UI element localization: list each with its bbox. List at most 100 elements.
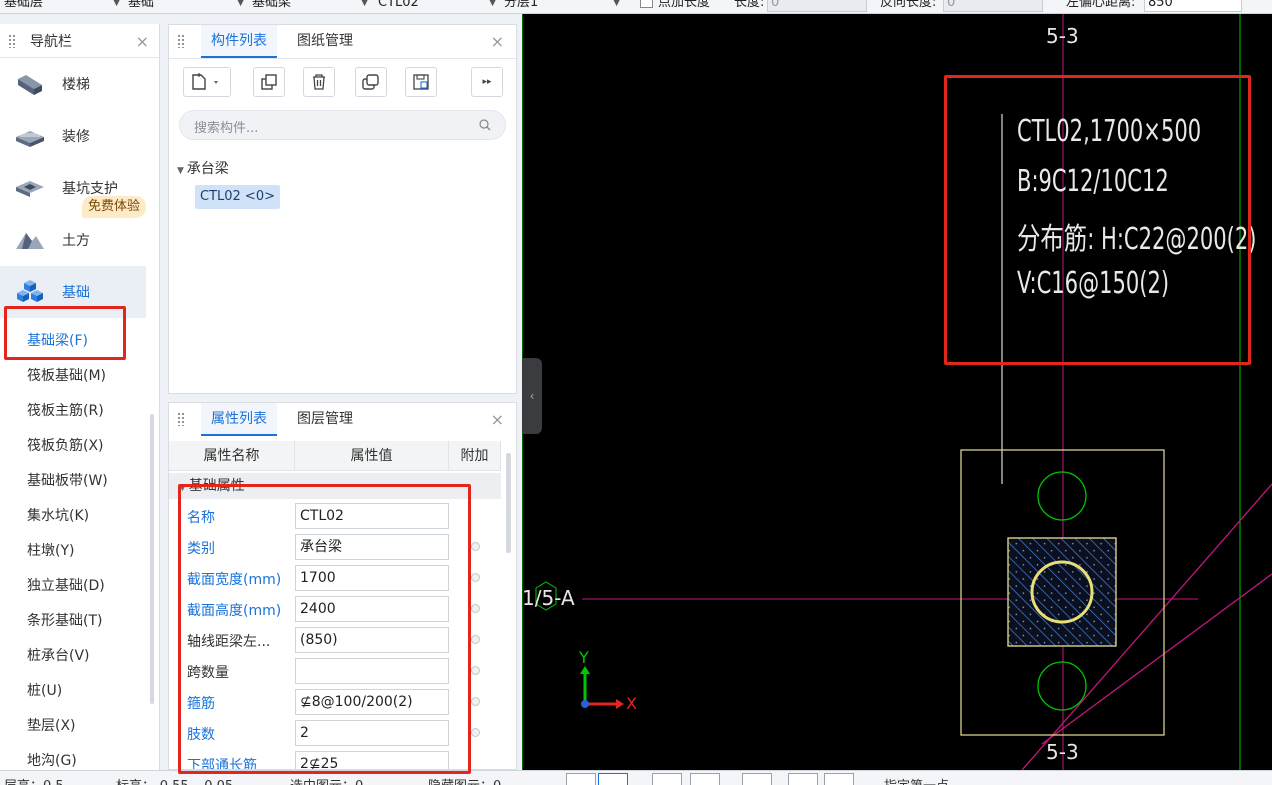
column-header-value: 属性值 <box>295 441 449 471</box>
property-list-panel: 属性列表 图层管理 × 属性名称 属性值 附加 ▼ 基础属性 名称 CTL02 … <box>168 402 517 770</box>
caret-down-icon: ▼ <box>179 483 189 493</box>
point-length-checkbox[interactable] <box>640 0 653 8</box>
search-input[interactable]: 搜索构件... <box>194 117 258 136</box>
snap-arc-button[interactable] <box>824 773 854 785</box>
reverse-length-input[interactable]: 0 <box>943 0 1043 12</box>
nav-item-raft-negative-rebar[interactable]: 筏板负筋(X) <box>27 435 104 455</box>
tab-layer-management[interactable]: 图层管理 <box>287 403 363 436</box>
category-select[interactable]: 基础 ▼ <box>128 0 244 13</box>
drag-handle-icon[interactable] <box>8 33 16 48</box>
snap-cross-button[interactable] <box>652 773 682 785</box>
nav-item-strip-footing[interactable]: 条形基础(T) <box>27 610 102 630</box>
free-trial-badge[interactable]: 免费体验 <box>82 196 147 218</box>
tab-property-list[interactable]: 属性列表 <box>201 403 277 436</box>
nav-item-raft-foundation[interactable]: 筏板基础(M) <box>27 365 106 385</box>
extra-checkbox[interactable] <box>471 635 480 644</box>
column-section <box>1007 537 1117 647</box>
delete-component-button[interactable] <box>303 67 335 97</box>
reverse-length-label: 反向长度: <box>880 0 937 10</box>
nav-category-earthwork[interactable]: 土方 <box>0 214 146 266</box>
snap-point-button[interactable] <box>598 773 628 785</box>
property-group-foundation[interactable]: ▼ 基础属性 <box>169 473 501 499</box>
earthwork-icon <box>16 233 44 249</box>
property-value-leg-count[interactable]: 2 <box>295 720 449 746</box>
floor-height-text: 层高：0.5 <box>4 775 64 785</box>
property-value-section-height[interactable]: 2400 <box>295 596 449 622</box>
nav-item-column-pier[interactable]: 柱墩(Y) <box>27 540 74 560</box>
nav-item-isolated-footing[interactable]: 独立基础(D) <box>27 575 105 595</box>
selected-count-text: 选中图元：0 <box>290 775 363 785</box>
snap-box-button[interactable] <box>788 773 818 785</box>
nav-item-pile[interactable]: 桩(U) <box>27 680 62 700</box>
layers-copy-icon <box>362 74 379 90</box>
tab-component-list[interactable]: 构件列表 <box>201 25 277 58</box>
more-tools-button[interactable]: ▸▸ <box>471 67 503 97</box>
extra-checkbox[interactable] <box>471 728 480 737</box>
component-list-panel: 构件列表 图纸管理 × ▸▸ 搜索构件... ▼ 承台梁 CTL02 <0> <box>168 24 517 394</box>
nav-item-raft-main-rebar[interactable]: 筏板主筋(R) <box>27 400 104 420</box>
nav-item-pile-cap[interactable]: 桩承台(V) <box>27 645 90 665</box>
nav-item-sump-pit[interactable]: 集水坑(K) <box>27 505 89 525</box>
left-offset-input[interactable]: 850 <box>1144 0 1242 12</box>
chevron-down-icon: ▼ <box>361 0 368 8</box>
tab-drawing-management[interactable]: 图纸管理 <box>287 25 363 58</box>
copy-component-button[interactable] <box>253 67 285 97</box>
point-length-label: 点加长度 <box>658 0 711 10</box>
component-select[interactable]: CTL02 ▼ <box>378 0 496 13</box>
property-value-bottom-rebar[interactable]: 2⊈25 <box>295 751 449 769</box>
nav-item-foundation-beam[interactable]: 基础梁(F) <box>27 330 88 350</box>
snap-plus-button[interactable] <box>742 773 772 785</box>
drag-handle-icon[interactable] <box>177 34 185 48</box>
property-value-axis-offset[interactable]: (850) <box>295 627 449 653</box>
extra-checkbox[interactable] <box>471 666 480 675</box>
extra-checkbox[interactable] <box>471 604 480 613</box>
trash-icon <box>313 74 325 90</box>
nav-category-decoration[interactable]: 装修 <box>0 110 146 162</box>
extra-checkbox[interactable] <box>471 542 480 551</box>
drag-handle-icon[interactable] <box>177 412 185 426</box>
sublayer-select[interactable]: 分层1 ▼ <box>504 0 620 13</box>
column-header-extra: 附加 <box>449 441 501 471</box>
property-value-category[interactable]: 承台梁 <box>295 534 449 560</box>
property-value-section-width[interactable]: 1700 <box>295 565 449 591</box>
property-name: 名称 <box>187 510 215 526</box>
annotation-line: 分布筋: H:C22@200(2) <box>1017 222 1257 257</box>
property-value-stirrup[interactable]: ⊈8@100/200(2) <box>295 689 449 715</box>
nav-item-trench[interactable]: 地沟(G) <box>27 750 77 770</box>
snap-grid-button[interactable] <box>566 773 596 785</box>
layer-type-select[interactable]: 基础层 ▼ <box>4 0 120 13</box>
nav-category-stairs[interactable]: 楼梯 <box>0 58 146 110</box>
snap-angle-button[interactable] <box>690 773 720 785</box>
property-value-span-count[interactable] <box>295 658 449 684</box>
tree-item-ctl02[interactable]: CTL02 <0> <box>195 185 280 209</box>
property-name: 跨数量 <box>187 665 229 681</box>
length-input[interactable]: 0 <box>767 0 867 12</box>
collapse-panel-button[interactable]: ‹ <box>522 358 542 434</box>
new-component-button[interactable] <box>183 67 231 97</box>
nav-item-foundation-strip[interactable]: 基础板带(W) <box>27 470 108 490</box>
close-icon[interactable]: × <box>491 410 504 429</box>
tree-group-cap-beam[interactable]: ▼ 承台梁 <box>177 158 229 178</box>
foundation-icon <box>17 280 43 302</box>
nav-item-cushion[interactable]: 垫层(X) <box>27 715 76 735</box>
close-icon[interactable]: × <box>491 32 504 51</box>
pile-circle <box>1037 471 1087 521</box>
save-template-button[interactable] <box>405 67 437 97</box>
close-icon[interactable]: × <box>136 32 149 51</box>
extra-checkbox[interactable] <box>471 697 480 706</box>
axis-label-top: 5-3 <box>1046 24 1079 48</box>
component-search[interactable]: 搜索构件... <box>179 110 506 140</box>
drawing-canvas[interactable]: 5-3 5-3 1/5-A CTL02,1700×500 B:9C12/10C1… <box>522 14 1272 770</box>
property-value-name[interactable]: CTL02 <box>295 503 449 529</box>
column-header-name: 属性名称 <box>169 441 295 471</box>
nav-scrollbar[interactable] <box>150 414 154 704</box>
new-file-icon <box>192 73 218 90</box>
nav-category-foundation[interactable]: 基础 <box>0 266 146 318</box>
arrow-up-icon <box>580 666 590 674</box>
duplicate-floor-button[interactable] <box>355 67 387 97</box>
extra-checkbox[interactable] <box>471 573 480 582</box>
property-scrollbar[interactable] <box>506 453 511 553</box>
property-name: 类别 <box>187 541 215 557</box>
component-type-select[interactable]: 基础梁 ▼ <box>252 0 368 13</box>
left-offset-label: 左偏心距离: <box>1066 0 1136 10</box>
